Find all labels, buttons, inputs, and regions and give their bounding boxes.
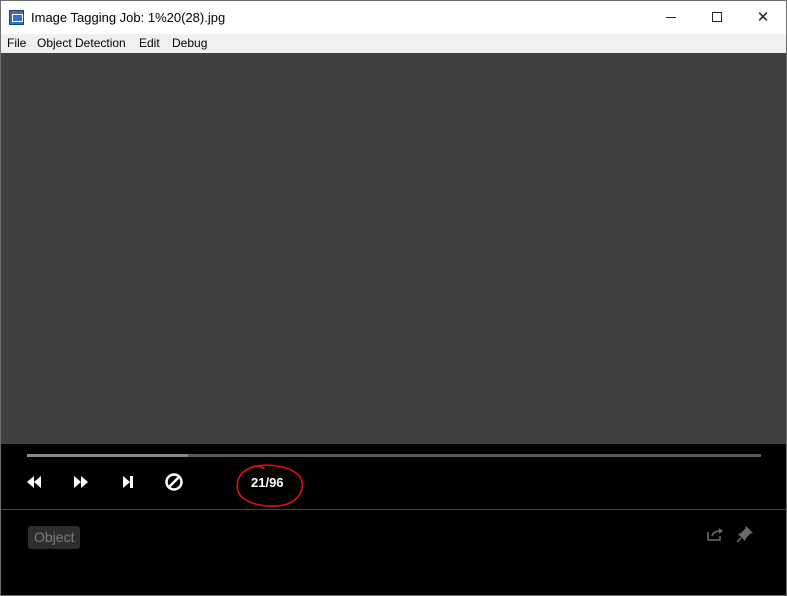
export-icon (707, 528, 723, 541)
rewind-icon (27, 476, 41, 488)
menu-file[interactable]: File (7, 36, 26, 50)
tag-chip-object[interactable]: Object (28, 526, 81, 549)
pin-button[interactable] (736, 525, 754, 543)
app-icon (9, 10, 24, 25)
export-button[interactable] (706, 526, 724, 542)
menu-object-detection[interactable]: Object Detection (37, 36, 126, 50)
title-bar: Image Tagging Job: 1%20(28).jpg ✕ (1, 1, 786, 34)
progress-fill (27, 454, 188, 457)
app-window: Image Tagging Job: 1%20(28).jpg ✕ File O… (0, 0, 787, 596)
close-icon: ✕ (756, 8, 770, 26)
maximize-icon (712, 12, 722, 22)
tag-panel: Object (1, 510, 786, 595)
menu-debug[interactable]: Debug (172, 36, 207, 50)
minimize-button[interactable] (648, 1, 694, 34)
rewind-button[interactable] (24, 472, 46, 492)
image-counter: 21/96 (251, 475, 284, 490)
block-button[interactable] (163, 472, 185, 492)
menu-bar: File Object Detection Edit Debug (1, 34, 786, 53)
fast-forward-button[interactable] (70, 472, 92, 492)
minimize-icon (666, 17, 676, 18)
maximize-button[interactable] (694, 1, 740, 34)
block-icon (165, 473, 183, 491)
playback-controls: 21/96 (1, 444, 786, 509)
menu-edit[interactable]: Edit (139, 36, 160, 50)
window-title: Image Tagging Job: 1%20(28).jpg (31, 10, 226, 25)
progress-bar[interactable] (27, 454, 761, 457)
pin-icon (736, 526, 753, 543)
image-viewer[interactable] (1, 53, 786, 444)
close-button[interactable]: ✕ (740, 1, 786, 34)
skip-next-button[interactable] (117, 472, 139, 492)
fast-forward-icon (74, 476, 88, 488)
skip-next-icon (123, 476, 133, 488)
